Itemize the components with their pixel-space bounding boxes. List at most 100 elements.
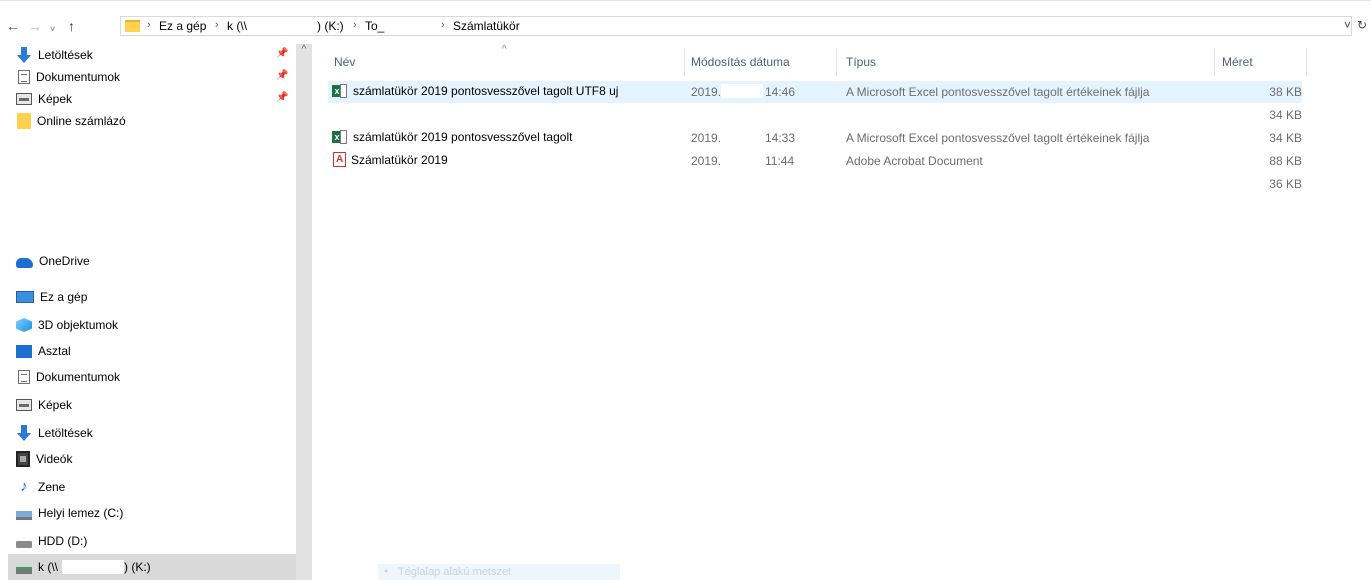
- column-divider[interactable]: [1214, 48, 1215, 76]
- file-row[interactable]: számlatükör 2019 pontosvesszővel tagolt …: [328, 81, 1302, 103]
- breadcrumb-drive-prefix[interactable]: k (\\: [227, 19, 247, 33]
- hdd-icon: [16, 540, 32, 548]
- file-size: 34 KB: [1269, 108, 1302, 122]
- breadcrumb-separator-icon[interactable]: ›: [215, 19, 219, 31]
- sidebar-item-hdd-d[interactable]: HDD (D:): [16, 530, 87, 552]
- network-drive-label-prefix: k (\\: [38, 560, 58, 574]
- column-divider[interactable]: [1306, 48, 1307, 76]
- sidebar-item-downloads[interactable]: Letöltések: [16, 422, 93, 444]
- pin-icon[interactable]: 📌: [276, 92, 288, 103]
- file-type: Adobe Acrobat Document: [846, 154, 983, 168]
- sidebar-item-label: OneDrive: [39, 254, 90, 268]
- top-border: [0, 0, 1371, 1]
- folder-icon: [17, 113, 31, 129]
- file-name-cell: számlatükör 2019 pontosvesszővel tagolt: [332, 129, 572, 145]
- pin-icon[interactable]: 📌: [276, 48, 288, 59]
- breadcrumb-drive-suffix[interactable]: ) (K:): [317, 19, 344, 33]
- sidebar-item-label: Letöltések: [38, 426, 93, 440]
- sidebar-item-label: Dokumentumok: [36, 370, 121, 384]
- breadcrumb-separator-icon[interactable]: ›: [147, 19, 151, 31]
- breadcrumb-current-folder[interactable]: Számlatükör: [453, 19, 520, 33]
- computer-icon: [16, 291, 34, 303]
- sidebar-item-online-szamlazo[interactable]: Online számlázó: [16, 110, 126, 132]
- back-arrow-icon[interactable]: ←: [6, 19, 20, 33]
- network-drive-icon: [16, 566, 32, 574]
- sidebar-item-pictures[interactable]: Képek: [16, 394, 72, 416]
- address-dropdown-icon[interactable]: ˅: [1344, 18, 1351, 32]
- pictures-icon: [16, 93, 32, 105]
- document-icon: [18, 70, 30, 84]
- column-divider[interactable]: [836, 48, 837, 76]
- file-name: számlatükör 2019 pontosvesszővel tagolt: [353, 130, 573, 144]
- address-controls: ˅ ↻: [1338, 18, 1367, 32]
- onedrive-cloud-icon: [16, 257, 33, 268]
- excel-csv-icon: [332, 83, 348, 99]
- file-size: 38 KB: [1269, 85, 1302, 99]
- sidebar-item-label: Letöltések: [38, 48, 93, 62]
- sidebar-item-label: Képek: [38, 398, 73, 412]
- file-row[interactable]: számlatükör 2019 pontosvesszővel tagolt …: [328, 127, 1302, 149]
- sidebar-item-3d-objects[interactable]: 3D objektumok: [16, 314, 118, 336]
- forward-arrow-icon[interactable]: →: [28, 19, 42, 33]
- sidebar-item-label: Videók: [36, 452, 73, 466]
- breadcrumb-this-pc[interactable]: Ez a gép: [159, 19, 206, 33]
- file-row[interactable]: Számlatükör 2019 2019. 11:44 Adobe Acrob…: [328, 150, 1302, 172]
- file-time: 14:33: [765, 131, 796, 145]
- sidebar-item-network-drive-k[interactable]: k (\\ ) (K:): [16, 556, 151, 578]
- sidebar-item-label: Képek: [38, 92, 73, 106]
- up-arrow-icon[interactable]: ↑: [68, 19, 75, 33]
- file-name-cell: számlatükör 2019 pontosvesszővel tagolt …: [332, 83, 618, 99]
- file-time: 11:44: [765, 154, 795, 168]
- sidebar-item-music[interactable]: ♪ Zene: [16, 476, 65, 498]
- sidebar-item-label: Asztal: [38, 344, 71, 358]
- scroll-up-icon[interactable]: ^: [296, 44, 312, 55]
- sidebar-item-label: Online számlázó: [37, 114, 126, 128]
- file-name: Számlatükör 2019: [351, 152, 448, 167]
- navigation-pane: ^ Letöltések 📌 Dokumentumok 📌 Képek 📌 On…: [0, 44, 312, 580]
- local-disk-icon: [16, 511, 32, 520]
- sidebar-item-videos[interactable]: Videók: [16, 448, 72, 470]
- desktop-icon: [16, 344, 32, 358]
- sidebar-item-this-pc[interactable]: Ez a gép: [16, 286, 87, 308]
- column-header-type[interactable]: Típus: [846, 50, 876, 74]
- redacted-region: [721, 84, 763, 98]
- folder-icon: [125, 20, 140, 32]
- file-date: 2019.: [691, 131, 722, 145]
- sidebar-item-label: HDD (D:): [38, 534, 88, 548]
- column-header-modified[interactable]: Módosítás dátuma: [691, 50, 790, 74]
- sidebar-scrollbar[interactable]: [296, 44, 312, 580]
- refresh-icon[interactable]: ↻: [1357, 18, 1367, 32]
- column-header-size[interactable]: Méret: [1222, 50, 1253, 74]
- sidebar-item-documents[interactable]: Dokumentumok: [16, 366, 120, 388]
- sidebar-item-documents-quick[interactable]: Dokumentumok: [16, 66, 120, 88]
- sidebar-item-local-disk-c[interactable]: Helyi lemez (C:): [16, 502, 123, 524]
- file-size: 34 KB: [1269, 131, 1302, 145]
- pin-icon[interactable]: 📌: [276, 70, 288, 81]
- file-row[interactable]: 36 KB: [328, 173, 1302, 195]
- file-type: A Microsoft Excel pontosvesszővel tagolt…: [846, 131, 1150, 145]
- breadcrumb-folder-to[interactable]: To_: [365, 19, 384, 33]
- column-divider[interactable]: [684, 48, 685, 76]
- file-size: 88 KB: [1269, 154, 1302, 168]
- download-icon: [16, 47, 32, 63]
- address-box[interactable]: › Ez a gép › k (\\ ) (K:) › To_ › Számla…: [120, 16, 1352, 36]
- breadcrumb-separator-icon[interactable]: ›: [353, 19, 357, 31]
- sidebar-item-downloads-quick[interactable]: Letöltések: [16, 44, 93, 66]
- recent-locations-chevron-icon[interactable]: ˅: [50, 22, 55, 36]
- redacted-region: [62, 560, 124, 574]
- network-drive-label-suffix: ) (K:): [124, 560, 151, 574]
- sidebar-item-pictures-quick[interactable]: Képek: [16, 88, 72, 110]
- sidebar-item-label: Helyi lemez (C:): [38, 506, 124, 520]
- column-header-name[interactable]: Név: [334, 50, 355, 74]
- download-icon: [16, 425, 32, 441]
- file-list-pane: ^ Név Módosítás dátuma Típus Méret száml…: [312, 44, 1371, 580]
- sidebar-item-onedrive[interactable]: OneDrive: [16, 250, 90, 272]
- sidebar-item-desktop[interactable]: Asztal: [16, 340, 71, 362]
- file-row[interactable]: 34 KB: [328, 104, 1302, 126]
- document-icon: [18, 370, 30, 384]
- sort-ascending-icon: ^: [502, 44, 507, 55]
- address-bar-area: ← → ˅ ↑ › Ez a gép › k (\\ ) (K:) › To_ …: [0, 0, 1371, 40]
- 3d-objects-icon: [16, 318, 32, 332]
- breadcrumb-separator-icon[interactable]: ›: [441, 19, 445, 31]
- file-date: 2019.: [691, 154, 722, 168]
